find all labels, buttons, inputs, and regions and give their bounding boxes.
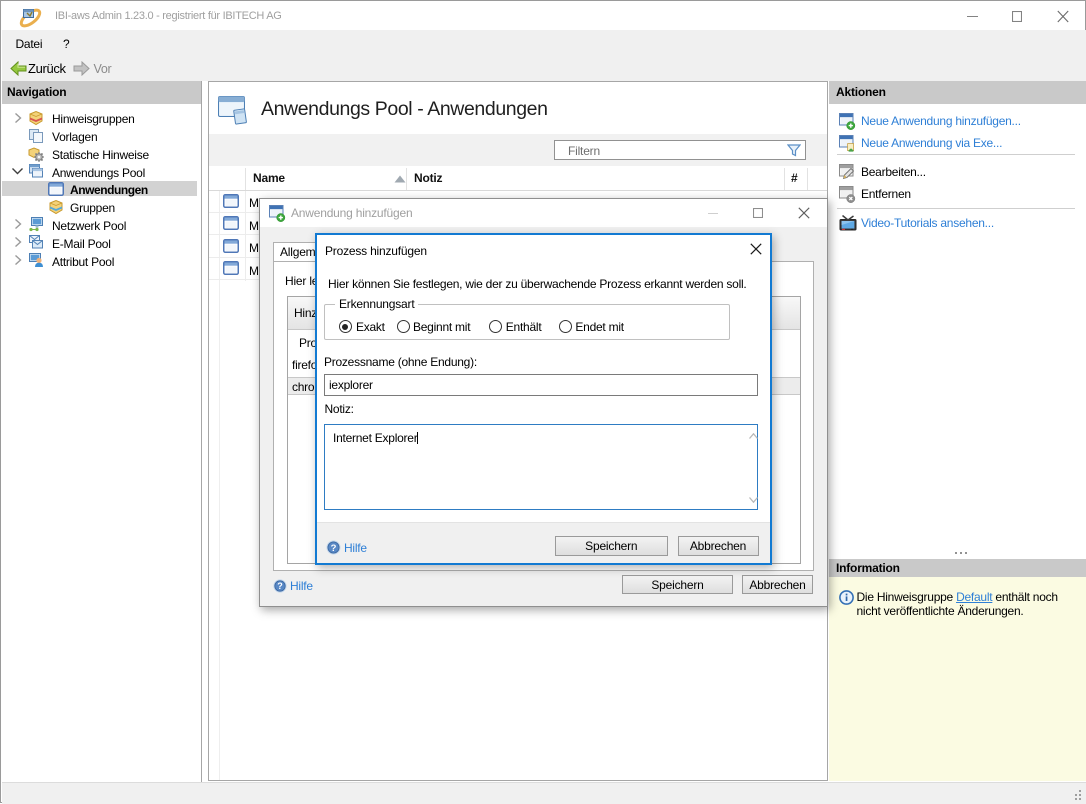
svg-text:?: ? — [330, 542, 336, 553]
svg-text:?: ? — [277, 581, 283, 591]
